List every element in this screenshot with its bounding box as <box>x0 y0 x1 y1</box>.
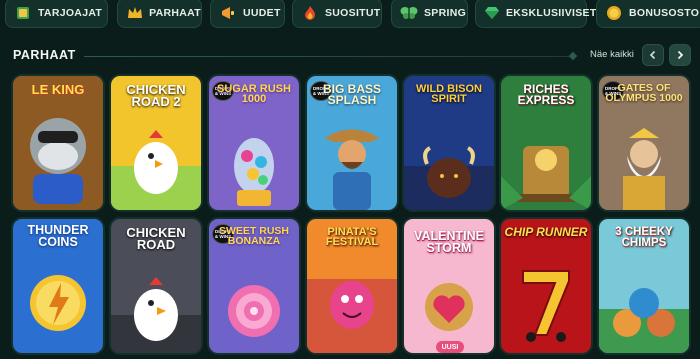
chip-runner-artwork <box>501 219 591 353</box>
next-button[interactable] <box>669 44 691 66</box>
tab-label: EKSKLUSIIVISET <box>506 7 597 19</box>
tab-label: SUOSITUT <box>325 7 381 19</box>
game-card-valentine-storm[interactable]: VALENTINE STORM UUSI <box>404 219 494 353</box>
new-badge: UUSI <box>436 341 464 353</box>
book-icon <box>14 4 32 22</box>
game-card-pinatas-festival[interactable]: PINATA'S FESTIVAL <box>307 219 397 353</box>
tab-eksklusiiviset[interactable]: EKSKLUSIIVISET <box>475 0 596 28</box>
section-header: PARHAAT Näe kaikki <box>0 40 700 70</box>
tab-parhaat[interactable]: PARHAAT <box>117 0 202 28</box>
tab-tarjoajat[interactable]: TARJOAJAT <box>5 0 108 28</box>
tab-label: BONUSOSTO <box>629 7 700 19</box>
game-card-big-bass-splash[interactable]: DROPS & WINS BIG BASS SPLASH <box>307 76 397 210</box>
game-title: LE KING <box>31 82 85 97</box>
game-title: SWEET RUSH BONANZA <box>218 225 289 247</box>
game-title: SUGAR RUSH 1000 <box>217 83 291 106</box>
tab-spring[interactable]: SPRING <box>391 0 468 28</box>
game-card-le-king[interactable]: LE KING <box>13 76 103 210</box>
tab-uudet[interactable]: UUDET <box>210 0 285 28</box>
tab-label: TARJOAJAT <box>38 7 103 19</box>
game-card-wild-bison-spirit[interactable]: WILD BISON SPIRIT <box>404 76 494 210</box>
tab-label: SPRING <box>424 7 467 19</box>
game-title: 3 CHEEKY CHIMPS <box>615 226 673 249</box>
chevron-left-icon <box>649 50 656 60</box>
game-title: PINATA'S FESTIVAL <box>325 226 379 249</box>
tab-label: PARHAAT <box>149 7 201 19</box>
game-card-chip-runner[interactable]: CHIP RUNNER <box>501 219 591 353</box>
gem-icon <box>484 4 500 22</box>
divider <box>84 56 572 57</box>
flame-icon <box>301 4 319 22</box>
game-title: CHICKEN ROAD 2 <box>126 82 186 110</box>
game-title: THUNDER COINS <box>27 223 89 249</box>
game-card-chicken-road-2[interactable]: CHICKEN ROAD 2 <box>111 76 201 210</box>
game-title: WILD BISON SPIRIT <box>416 83 482 106</box>
tab-bonusosto[interactable]: BONUSOSTO <box>596 0 700 28</box>
game-card-chicken-road[interactable]: CHICKEN ROAD <box>111 219 201 353</box>
game-card-sweet-rush-bonanza[interactable]: DROPS & WINS SWEET RUSH BONANZA <box>209 219 299 353</box>
see-all-link[interactable]: Näe kaikki <box>590 49 634 60</box>
tab-suositut[interactable]: SUOSITUT <box>292 0 382 28</box>
tab-label: UUDET <box>243 7 281 19</box>
coin-icon <box>605 4 623 22</box>
previous-button[interactable] <box>642 44 664 66</box>
game-title: CHIP RUNNER <box>504 225 588 239</box>
crown-icon <box>126 4 143 22</box>
game-title: RICHES EXPRESS <box>517 82 575 108</box>
game-title: BIG BASS SPLASH <box>322 82 381 108</box>
game-title: VALENTINE STORM <box>414 229 484 255</box>
category-tab-bar: TARJOAJAT PARHAAT UUDET SUOSITUT SPRING … <box>0 0 700 30</box>
chevron-right-icon <box>677 50 684 60</box>
game-card-thunder-coins[interactable]: THUNDER COINS <box>13 219 103 353</box>
game-card-riches-express[interactable]: RICHES EXPRESS <box>501 76 591 210</box>
game-card-sugar-rush-1000[interactable]: DROPS & WINS SUGAR RUSH 1000 <box>209 76 299 210</box>
game-title: GATES OF OLYMPUS 1000 <box>605 82 683 104</box>
game-card-gates-of-olympus-1000[interactable]: DROPS & WINS GATES OF OLYMPUS 1000 <box>599 76 689 210</box>
section-title: PARHAAT <box>13 48 76 62</box>
megaphone-icon <box>219 4 237 22</box>
game-card-3-cheeky-chimps[interactable]: 3 CHEEKY CHIMPS <box>599 219 689 353</box>
game-title: CHICKEN ROAD <box>126 225 186 253</box>
butterfly-icon <box>400 4 418 22</box>
